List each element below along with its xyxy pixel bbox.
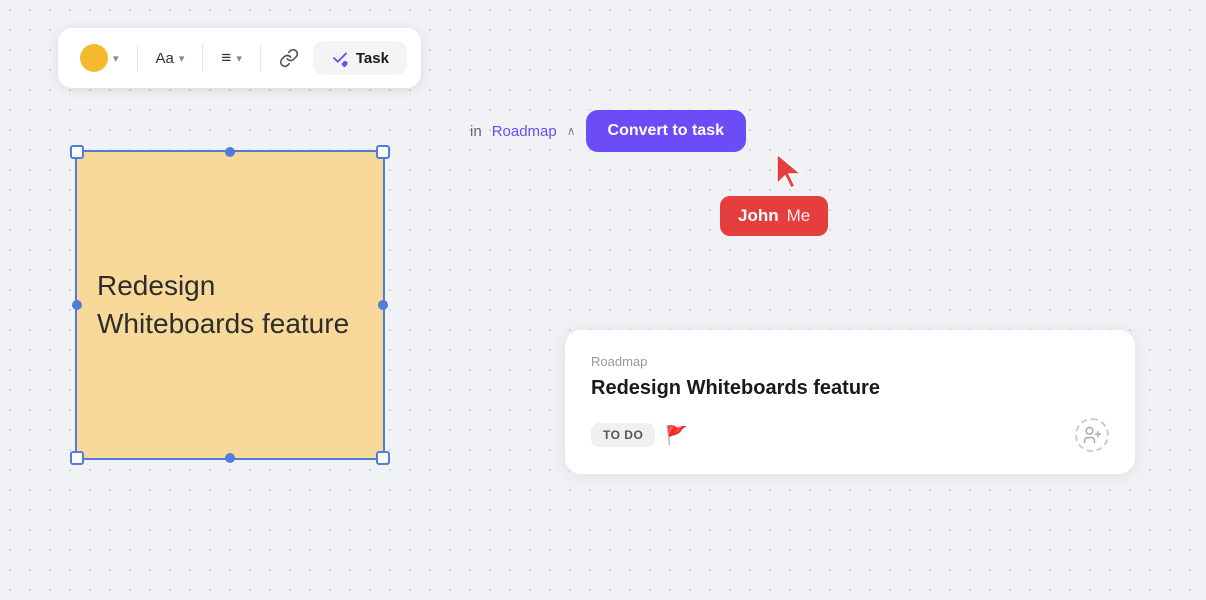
link-button[interactable] bbox=[271, 42, 307, 74]
john-label: John bbox=[738, 206, 779, 226]
me-label: Me bbox=[787, 206, 811, 226]
roadmap-link[interactable]: Roadmap bbox=[492, 123, 557, 140]
font-label: Aa bbox=[156, 50, 174, 67]
todo-status-badge[interactable]: TO DO bbox=[591, 423, 655, 447]
task-button-label: Task bbox=[356, 50, 389, 67]
align-chevron-icon: ▾ bbox=[236, 52, 242, 65]
handle-top-left[interactable] bbox=[70, 145, 84, 159]
font-chevron-icon: ▾ bbox=[179, 52, 185, 65]
john-me-badge: John Me bbox=[720, 196, 828, 236]
task-card-project: Roadmap bbox=[591, 354, 1109, 369]
handle-top-mid[interactable] bbox=[225, 147, 235, 157]
color-dot bbox=[80, 44, 108, 72]
sticky-note-container: Redesign Whiteboards feature bbox=[75, 150, 385, 460]
link-icon bbox=[279, 48, 299, 68]
toolbar: ▾ Aa ▾ ≡ ▾ + Task bbox=[58, 28, 421, 88]
task-check-icon: + bbox=[331, 49, 349, 67]
handle-mid-left[interactable] bbox=[72, 300, 82, 310]
add-member-button[interactable] bbox=[1075, 418, 1109, 452]
cursor-icon bbox=[773, 152, 809, 192]
in-label: in bbox=[470, 123, 482, 140]
svg-text:+: + bbox=[342, 59, 347, 67]
task-card: Roadmap Redesign Whiteboards feature TO … bbox=[565, 330, 1135, 474]
roadmap-chevron-icon[interactable]: ∧ bbox=[567, 124, 576, 138]
task-button[interactable]: + Task bbox=[313, 41, 407, 75]
font-button[interactable]: Aa ▾ bbox=[148, 44, 193, 73]
color-picker-button[interactable]: ▾ bbox=[72, 38, 127, 78]
task-card-footer: TO DO 🚩 bbox=[591, 418, 1109, 452]
roadmap-row: in Roadmap ∧ Convert to task bbox=[470, 110, 746, 152]
toolbar-divider-2 bbox=[202, 44, 203, 72]
convert-to-task-button[interactable]: Convert to task bbox=[586, 110, 746, 152]
add-person-icon bbox=[1082, 425, 1102, 445]
sticky-note[interactable]: Redesign Whiteboards feature bbox=[75, 150, 385, 460]
color-chevron-icon: ▾ bbox=[113, 52, 119, 65]
sticky-note-text: Redesign Whiteboards feature bbox=[77, 247, 383, 363]
align-button[interactable]: ≡ ▾ bbox=[213, 42, 249, 74]
flag-icon[interactable]: 🚩 bbox=[665, 425, 687, 446]
handle-mid-right[interactable] bbox=[378, 300, 388, 310]
task-card-title: Redesign Whiteboards feature bbox=[591, 377, 1109, 400]
toolbar-divider-1 bbox=[137, 44, 138, 72]
align-label: ≡ bbox=[221, 48, 231, 68]
popup-area: in Roadmap ∧ Convert to task bbox=[470, 110, 746, 152]
toolbar-divider-3 bbox=[260, 44, 261, 72]
handle-bottom-right[interactable] bbox=[376, 451, 390, 465]
handle-top-right[interactable] bbox=[376, 145, 390, 159]
handle-bottom-left[interactable] bbox=[70, 451, 84, 465]
handle-bottom-mid[interactable] bbox=[225, 453, 235, 463]
